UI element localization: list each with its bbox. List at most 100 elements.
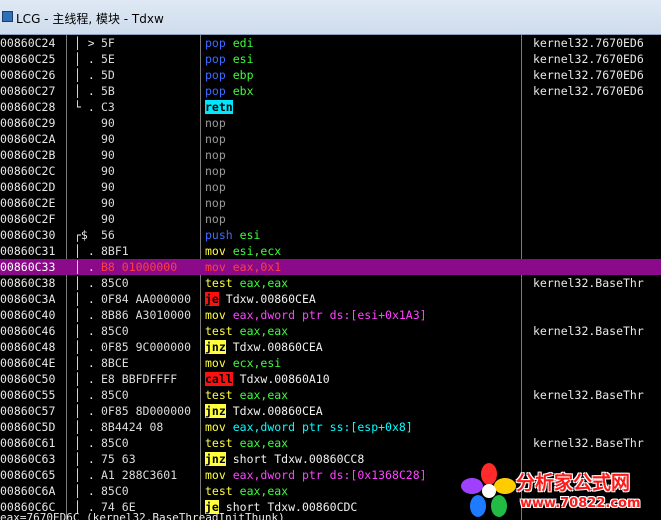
mnemonic: push bbox=[205, 228, 233, 242]
comment-cell bbox=[533, 291, 661, 307]
flow-marker: │ . bbox=[74, 356, 94, 370]
address-cell: 00860C31 bbox=[0, 244, 56, 258]
instruction-row[interactable]: 00860C26 │ . 5D pop ebp kernel32.7670ED6 bbox=[0, 67, 661, 83]
address-cell: 00860C26 bbox=[0, 68, 56, 82]
hex-bytes-cell: 56 bbox=[101, 228, 115, 242]
instruction-row[interactable]: 00860C28 └ . C3 retn bbox=[0, 99, 661, 115]
address-cell: 00860C29 bbox=[0, 116, 56, 130]
instruction-row[interactable]: 00860C31 │ . 8BF1 mov esi,ecx bbox=[0, 243, 661, 259]
hex-bytes-cell: 5D bbox=[101, 68, 115, 82]
flow-marker bbox=[74, 131, 94, 147]
address-cell: 00860C2A bbox=[0, 132, 56, 146]
operands: ebp bbox=[232, 68, 254, 82]
mnemonic: test bbox=[205, 484, 233, 498]
flow-marker: │ . bbox=[74, 436, 94, 450]
operands: eax,eax bbox=[239, 436, 289, 450]
disassembly-cell: je Tdxw.00860CEA bbox=[205, 291, 520, 307]
instruction-row[interactable]: 00860C29 90 nop bbox=[0, 115, 661, 131]
mnemonic: call bbox=[205, 372, 233, 386]
hex-bytes-cell: 75 63 bbox=[101, 452, 136, 466]
mnemonic: mov bbox=[205, 308, 226, 322]
mnemonic: mov bbox=[205, 260, 226, 274]
instruction-row[interactable]: 00860C30 ┌$ 56 push esi bbox=[0, 227, 661, 243]
hex-bytes-cell: 85C0 bbox=[101, 388, 129, 402]
instruction-row[interactable]: 00860C25 │ . 5E pop esi kernel32.7670ED6 bbox=[0, 51, 661, 67]
flow-marker: └ . bbox=[74, 100, 94, 114]
mnemonic: nop bbox=[205, 132, 226, 146]
hex-bytes-cell: 90 bbox=[101, 164, 115, 178]
comment-cell bbox=[533, 131, 661, 147]
mnemonic: je bbox=[205, 292, 219, 306]
comment-cell bbox=[533, 227, 661, 243]
comment-cell: kernel32.BaseThr bbox=[533, 324, 644, 338]
mnemonic: nop bbox=[205, 196, 226, 210]
disassembly-cell: test eax,eax bbox=[205, 435, 520, 451]
comment-cell bbox=[533, 371, 661, 387]
disassembly-cell: nop bbox=[205, 115, 520, 131]
instruction-row[interactable]: 00860C2A 90 nop bbox=[0, 131, 661, 147]
instruction-row[interactable]: 00860C2D 90 nop bbox=[0, 179, 661, 195]
instruction-row[interactable]: 00860C55 │ . 85C0 test eax,eax kernel32.Base… bbox=[0, 387, 661, 403]
disassembly-pane[interactable]: 00860C24 │ >5F pop edi kernel32.7670ED6 0086… bbox=[0, 35, 661, 520]
instruction-row[interactable]: 00860C46 │ . 85C0 test eax,eax kernel32.Base… bbox=[0, 323, 661, 339]
hex-bytes-cell: 8BCE bbox=[101, 356, 129, 370]
instruction-row[interactable]: 00860C61 │ . 85C0 test eax,eax kernel32.Base… bbox=[0, 435, 661, 451]
operands: Tdxw.00860CEA bbox=[232, 340, 323, 354]
address-cell: 00860C50 bbox=[0, 372, 56, 386]
instruction-row[interactable]: 00860C2C 90 nop bbox=[0, 163, 661, 179]
instruction-row[interactable]: 00860C2B 90 nop bbox=[0, 147, 661, 163]
disassembly-cell: nop bbox=[205, 131, 520, 147]
disassembly-cell: mov eax,dword ptr ds:[esi+0x1A3] bbox=[205, 307, 520, 323]
instruction-row[interactable]: 00860C2F 90 nop bbox=[0, 211, 661, 227]
operands: ebx bbox=[232, 84, 254, 98]
flow-marker: │ . bbox=[74, 468, 94, 482]
comment-cell bbox=[533, 307, 661, 323]
operands: short Tdxw.00860CC8 bbox=[232, 452, 365, 466]
instruction-row[interactable]: 00860C3A │ .v 0F84 AA000000 je Tdxw.00860CE… bbox=[0, 291, 661, 307]
flow-marker bbox=[74, 147, 94, 163]
instruction-row[interactable]: 00860C24 │ > 5F pop edi kernel32.7670ED6 bbox=[0, 35, 661, 51]
mnemonic: nop bbox=[205, 164, 226, 178]
flow-marker: │ . bbox=[74, 308, 94, 322]
disassembly-cell: mov ecx,esi bbox=[205, 355, 520, 371]
instruction-row[interactable]: 00860C4E │ . 8BCE mov ecx,esi bbox=[0, 355, 661, 371]
flow-marker bbox=[74, 115, 94, 131]
instruction-row[interactable]: 00860C40 │ . 8B86 A3010000 mov eax,dword pt… bbox=[0, 307, 661, 323]
flow-marker: │ . bbox=[74, 68, 94, 82]
address-cell: 00860C5D bbox=[0, 420, 56, 434]
flow-marker: │ . bbox=[74, 260, 94, 274]
instruction-row[interactable]: 00860C57 │ .v 0F85 8D000000 jnz Tdxw.00860C… bbox=[0, 403, 661, 419]
instruction-row[interactable]: 00860C48 │ .v 0F85 9C000000 jnz Tdxw.00860C… bbox=[0, 339, 661, 355]
watermark-url: www.70822.com bbox=[520, 496, 641, 511]
flow-marker bbox=[74, 163, 94, 179]
flow-marker: │ . bbox=[74, 324, 94, 338]
disassembly-cell: push esi bbox=[205, 227, 520, 243]
flow-marker: │ . bbox=[74, 84, 94, 98]
hex-bytes-cell: 8B86 A3010000 bbox=[101, 308, 192, 322]
instruction-row[interactable]: 00860C2E 90 nop bbox=[0, 195, 661, 211]
selected-instruction-row[interactable]: 00860C33 │ . B8 01000000 mov eax,0x1 bbox=[0, 259, 661, 275]
comment-cell bbox=[533, 339, 661, 355]
address-cell: 00860C33 bbox=[0, 260, 56, 274]
instruction-row[interactable]: 00860C27 │ . 5B pop ebx kernel32.7670ED6 bbox=[0, 83, 661, 99]
instruction-row[interactable]: 00860C50 │ . E8 BBFDFFFF call Tdxw.00860A10 bbox=[0, 371, 661, 387]
hex-bytes-cell: 8BF1 bbox=[101, 244, 129, 258]
disassembly-cell: test eax,eax bbox=[205, 275, 520, 291]
mnemonic: pop bbox=[205, 36, 226, 50]
address-cell: 00860C55 bbox=[0, 388, 56, 402]
disassembly-cell: pop ebp bbox=[205, 67, 520, 83]
disassembly-cell: nop bbox=[205, 163, 520, 179]
comment-cell bbox=[533, 147, 661, 163]
instruction-row[interactable]: 00860C38 │ . 85C0 test eax,eax kernel32.Base… bbox=[0, 275, 661, 291]
disassembly-cell: test eax,eax bbox=[205, 387, 520, 403]
operands: ecx,esi bbox=[232, 356, 282, 370]
comment-cell bbox=[533, 195, 661, 211]
mnemonic: test bbox=[205, 276, 233, 290]
address-cell: 00860C61 bbox=[0, 436, 56, 450]
address-cell: 00860C28 bbox=[0, 100, 56, 114]
flow-marker: │ > bbox=[74, 36, 94, 50]
instruction-row[interactable]: 00860C5D │ . 8B4424 08 mov eax,dword ptr ss… bbox=[0, 419, 661, 435]
hex-bytes-cell: E8 BBFDFFFF bbox=[101, 372, 178, 386]
hex-bytes-cell: 8B4424 08 bbox=[101, 420, 164, 434]
hex-bytes-cell: 0F85 8D000000 bbox=[101, 404, 192, 418]
